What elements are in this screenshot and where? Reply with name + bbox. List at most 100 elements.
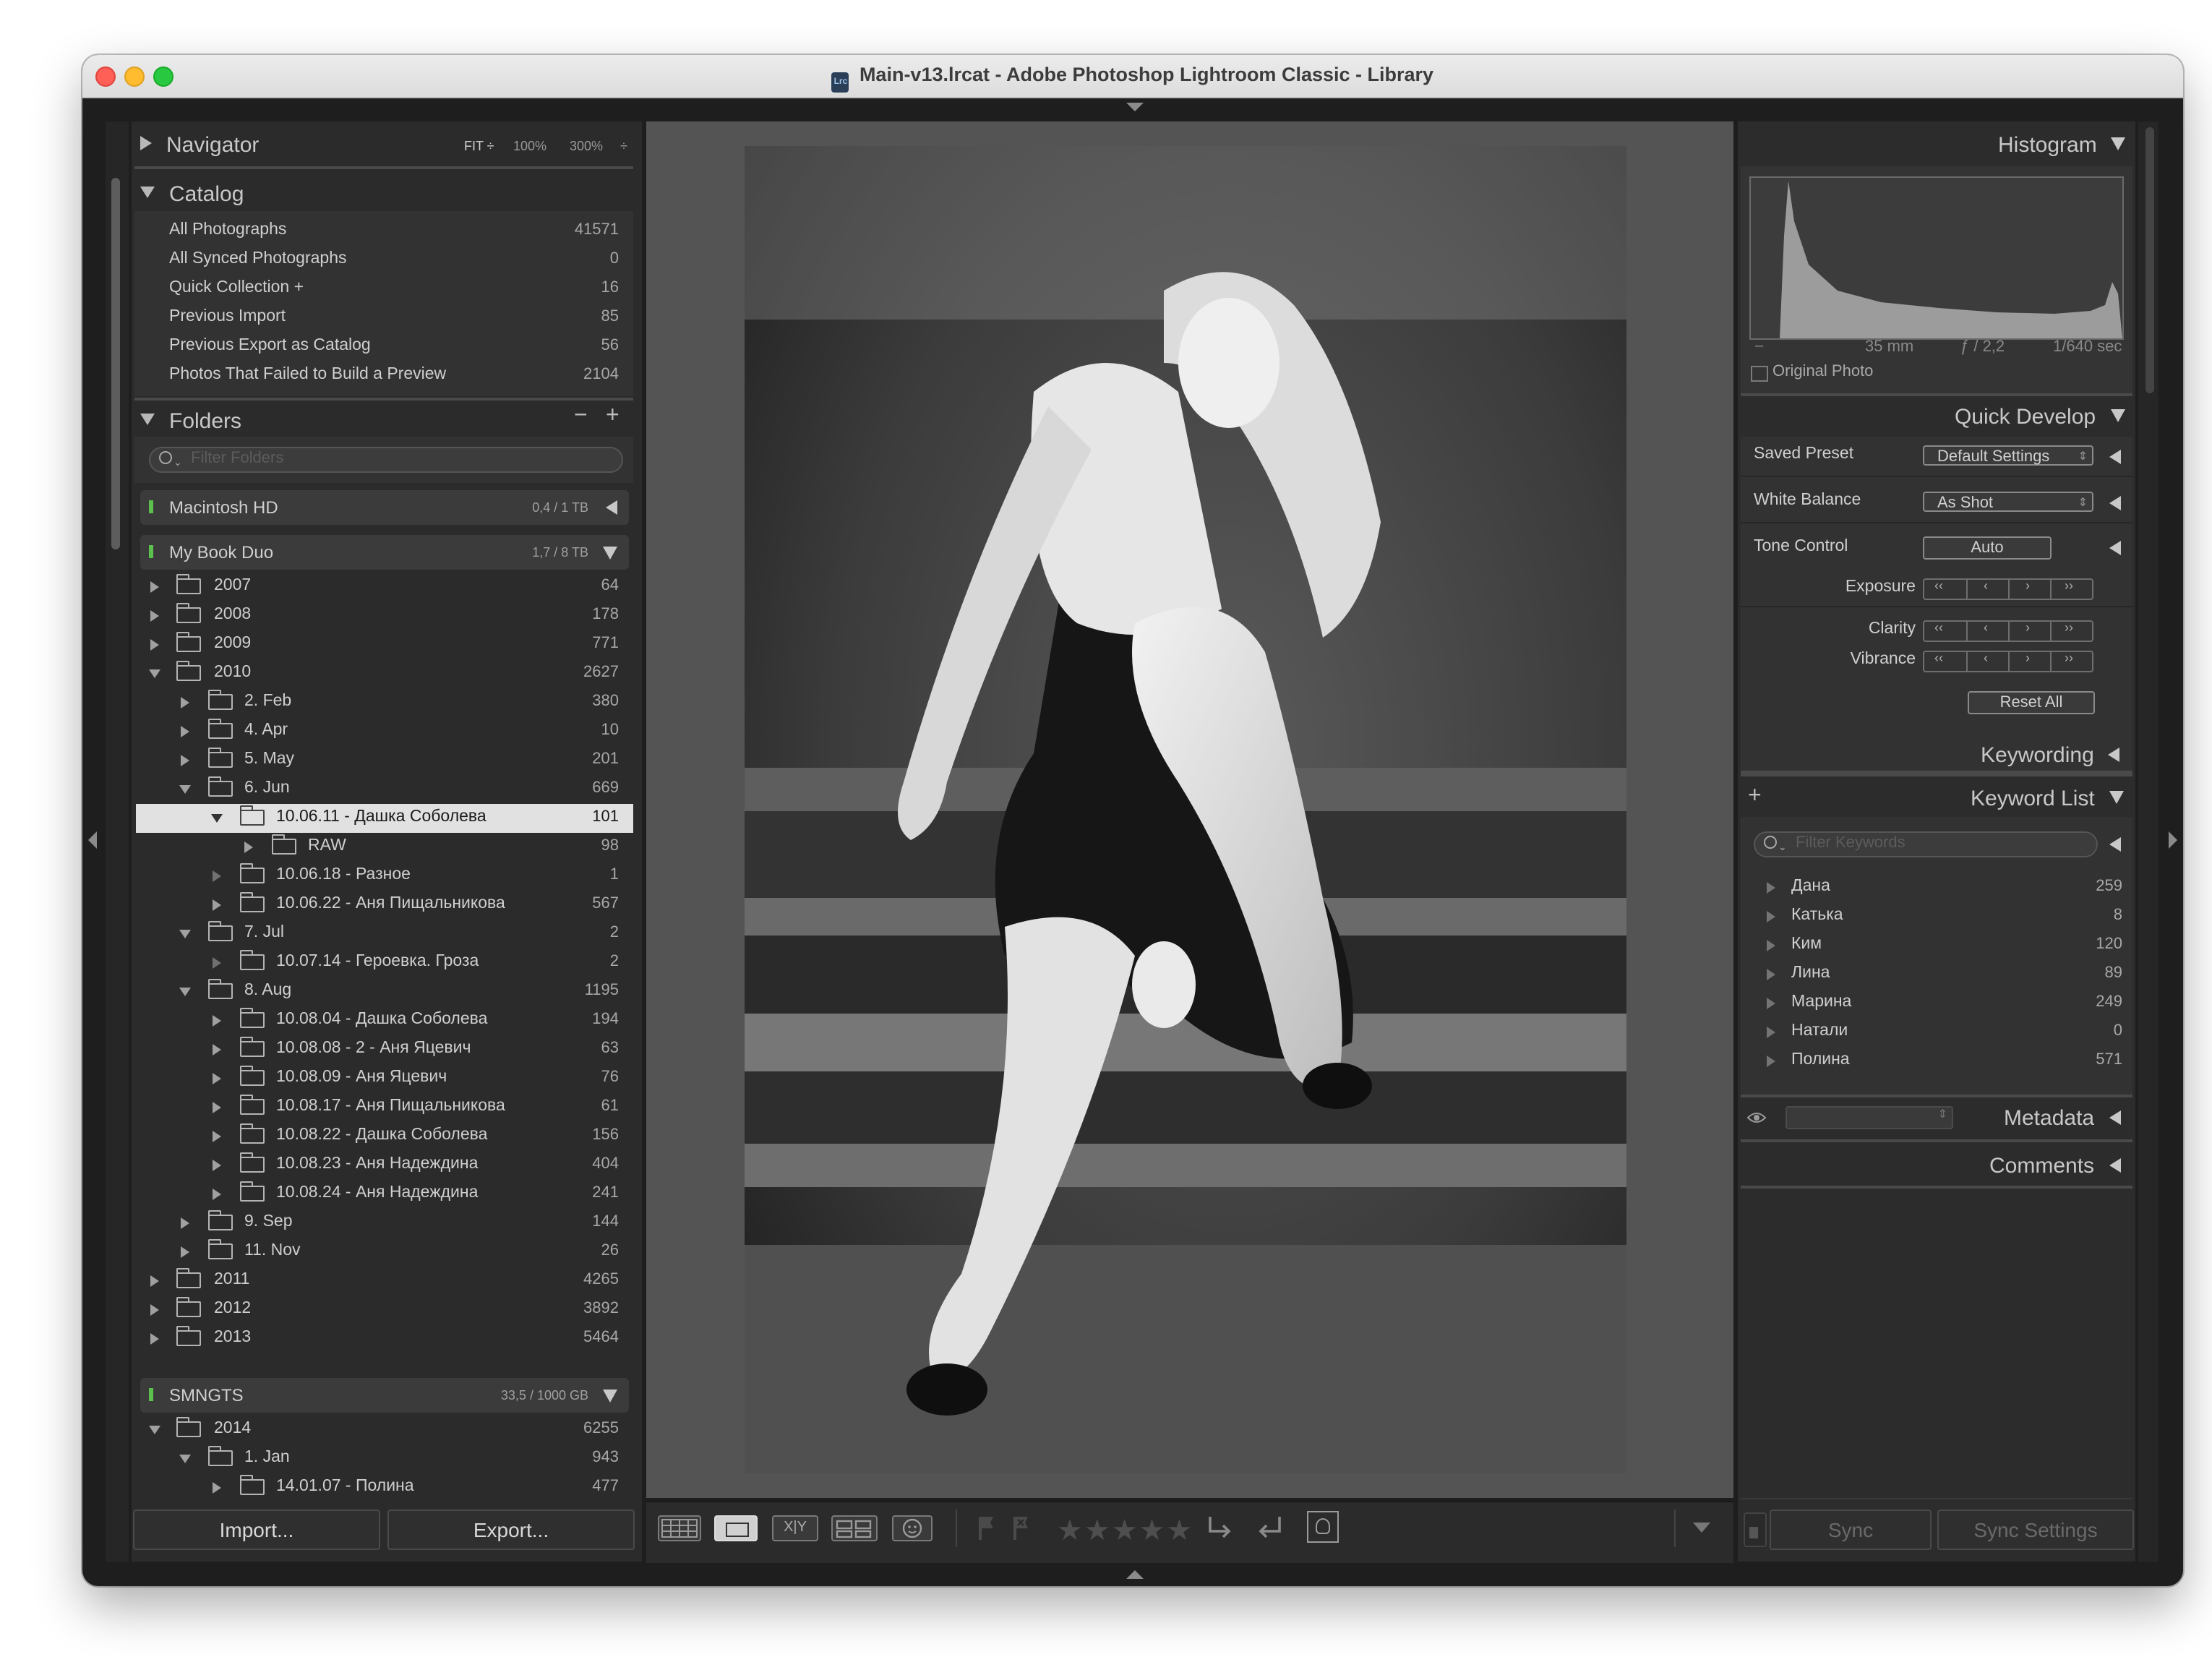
folders-header[interactable]: Folders — [140, 409, 241, 434]
folder-row[interactable]: 1. Jan 943 — [136, 1444, 633, 1473]
folder-row[interactable]: 10.08.22 - Дашка Соболева 156 — [136, 1122, 633, 1151]
right-panel-toggle-icon[interactable] — [2169, 831, 2177, 849]
original-photo-checkbox[interactable] — [1751, 366, 1768, 382]
keyword-item[interactable]: Лина 89 — [1767, 960, 2131, 989]
compare-view-icon[interactable]: X|Y — [772, 1515, 818, 1541]
folder-row[interactable]: 10.08.24 - Аня Надеждина 241 — [136, 1180, 633, 1209]
folder-row[interactable]: 2011 4265 — [136, 1267, 633, 1296]
expand-arrow-icon[interactable] — [2109, 496, 2121, 510]
folder-row[interactable]: 10.08.23 - Аня Надеждина 404 — [136, 1151, 633, 1180]
folder-row[interactable]: 2007 64 — [136, 573, 633, 601]
folder-row-selected[interactable]: 10.06.11 - Дашка Соболева 101 — [136, 804, 633, 833]
crop-overlay-icon[interactable] — [1307, 1511, 1339, 1543]
keyword-filter-input[interactable]: ⌄ Filter Keywords — [1754, 831, 2098, 857]
clarity-stepper[interactable]: ‹‹ ‹ › ›› — [1923, 620, 2093, 642]
catalog-item-failed-previews[interactable]: Photos That Failed to Build a Preview 210… — [136, 361, 633, 390]
metadata-preset-dropdown[interactable]: ⇕ — [1786, 1106, 1953, 1129]
add-keyword-button[interactable]: + — [1748, 784, 1762, 810]
left-panel-toggle-icon[interactable] — [88, 831, 97, 849]
expand-arrow-icon[interactable] — [2109, 837, 2121, 852]
folder-row[interactable]: 14.01.07 - Полина 477 — [136, 1473, 633, 1497]
filmstrip-toggle-icon[interactable] — [1126, 1570, 1144, 1579]
auto-tone-button[interactable]: Auto — [1923, 536, 2052, 560]
saved-preset-dropdown[interactable]: Default Settings ⇕ — [1923, 445, 2093, 466]
folder-row[interactable]: 4. Apr 10 — [136, 717, 633, 746]
keyword-item[interactable]: Натали 0 — [1767, 1018, 2131, 1047]
catalog-header[interactable]: Catalog — [140, 182, 244, 207]
histogram-header[interactable]: Histogram — [1998, 133, 2126, 158]
folder-row[interactable]: 10.08.04 - Дашка Соболева 194 — [136, 1006, 633, 1035]
folder-row[interactable]: 5. May 201 — [136, 746, 633, 775]
folder-row[interactable]: RAW 98 — [136, 833, 633, 862]
folder-filter-input[interactable]: ⌄ Filter Folders — [149, 447, 623, 473]
left-panel-scrollbar[interactable] — [111, 178, 120, 549]
expand-arrow-icon[interactable] — [2109, 450, 2121, 464]
folder-row[interactable]: 10.08.09 - Аня Яцевич 76 — [136, 1064, 633, 1093]
folder-row[interactable]: 2013 5464 — [136, 1324, 633, 1353]
folder-row[interactable]: 10.08.17 - Аня Пищальникова 61 — [136, 1093, 633, 1122]
keyword-item[interactable]: Катька 8 — [1767, 902, 2131, 931]
folder-row[interactable]: 10.07.14 - Героевка. Гроза 2 — [136, 949, 633, 977]
zoom-more-option[interactable]: ÷ — [620, 139, 627, 153]
grid-view-icon[interactable] — [658, 1515, 701, 1541]
vibrance-stepper[interactable]: ‹‹ ‹ › ›› — [1923, 651, 2093, 672]
folder-row[interactable]: 10.08.08 - 2 - Аня Яцевич 63 — [136, 1035, 633, 1064]
keyword-item[interactable]: Марина 249 — [1767, 989, 2131, 1018]
folder-row[interactable]: 9. Sep 144 — [136, 1209, 633, 1238]
folder-row[interactable]: 10.06.18 - Разное 1 — [136, 862, 633, 891]
folder-row[interactable]: 7. Jul 2 — [136, 920, 633, 949]
exposure-stepper[interactable]: ‹‹ ‹ › ›› — [1923, 578, 2093, 600]
quick-develop-header[interactable]: Quick Develop — [1955, 405, 2125, 429]
catalog-item-synced-photographs[interactable]: All Synced Photographs 0 — [136, 246, 633, 275]
right-panel-scrollbar[interactable] — [2145, 127, 2154, 393]
metadata-header[interactable]: Metadata — [2004, 1106, 2121, 1131]
folder-row[interactable]: 2. Feb 380 — [136, 688, 633, 717]
folder-row[interactable]: 2012 3892 — [136, 1296, 633, 1324]
toolbar-options-icon[interactable] — [1693, 1523, 1710, 1533]
eye-icon[interactable] — [1746, 1110, 1767, 1129]
sync-settings-button[interactable]: Sync Settings — [1937, 1510, 2134, 1550]
folder-row[interactable]: 2008 178 — [136, 601, 633, 630]
volume-my-book-duo[interactable]: My Book Duo 1,7 / 8 TB — [140, 535, 629, 570]
auto-sync-toggle[interactable] — [1744, 1512, 1767, 1547]
folder-row[interactable]: 11. Nov 26 — [136, 1238, 633, 1267]
sync-button[interactable]: Sync — [1770, 1510, 1932, 1550]
keyword-item[interactable]: Дана 259 — [1767, 873, 2131, 902]
folder-row[interactable]: 2009 771 — [136, 630, 633, 659]
folder-row[interactable]: 2014 6255 — [136, 1416, 633, 1444]
catalog-item-previous-import[interactable]: Previous Import 85 — [136, 304, 633, 333]
collapse-arrow-icon[interactable] — [2109, 541, 2121, 555]
add-folder-button[interactable]: + — [606, 403, 620, 429]
zoom-fit-option[interactable]: FIT ÷ — [464, 139, 494, 153]
folder-row[interactable]: 8. Aug 1195 — [136, 977, 633, 1006]
zoom-100-option[interactable]: 100% — [513, 139, 546, 153]
zoom-300-option[interactable]: 300% — [570, 139, 603, 153]
remove-folder-button[interactable]: − — [574, 403, 588, 429]
keyword-item[interactable]: Ким 120 — [1767, 931, 2131, 960]
flag-icons[interactable] — [976, 1514, 1034, 1543]
catalog-item-all-photographs[interactable]: All Photographs 41571 — [136, 217, 633, 246]
rotate-icons[interactable] — [1204, 1512, 1285, 1544]
folder-row[interactable]: 10.06.22 - Аня Пищальникова 567 — [136, 891, 633, 920]
comments-header[interactable]: Comments — [1989, 1154, 2121, 1178]
keyword-list-header[interactable]: Keyword List — [1971, 787, 2124, 811]
keywording-header[interactable]: Keywording — [1981, 743, 2120, 768]
volume-smngts[interactable]: SMNGTS 33,5 / 1000 GB — [140, 1378, 629, 1413]
star-rating[interactable]: ★★★★★ — [1057, 1512, 1193, 1549]
folder-row[interactable]: 6. Jun 669 — [136, 775, 633, 804]
white-balance-dropdown[interactable]: As Shot ⇕ — [1923, 492, 2093, 512]
catalog-item-quick-collection[interactable]: Quick Collection +16 — [136, 275, 633, 304]
export-button[interactable]: Export... — [387, 1510, 635, 1550]
volume-macintosh-hd[interactable]: Macintosh HD 0,4 / 1 TB — [140, 490, 629, 525]
survey-view-icon[interactable] — [831, 1515, 878, 1541]
folder-row[interactable]: 2010 2627 — [136, 659, 633, 688]
main-photo[interactable] — [745, 146, 1626, 1473]
people-view-icon[interactable] — [892, 1515, 933, 1541]
top-panel-toggle-icon[interactable] — [1126, 103, 1144, 111]
histogram-graph[interactable] — [1749, 176, 2124, 340]
loupe-view-icon[interactable] — [714, 1515, 758, 1541]
keyword-item[interactable]: Полина 571 — [1767, 1047, 2131, 1076]
catalog-item-previous-export[interactable]: Previous Export as Catalog 56 — [136, 333, 633, 361]
reset-all-button[interactable]: Reset All — [1968, 691, 2095, 714]
import-button[interactable]: Import... — [133, 1510, 380, 1550]
